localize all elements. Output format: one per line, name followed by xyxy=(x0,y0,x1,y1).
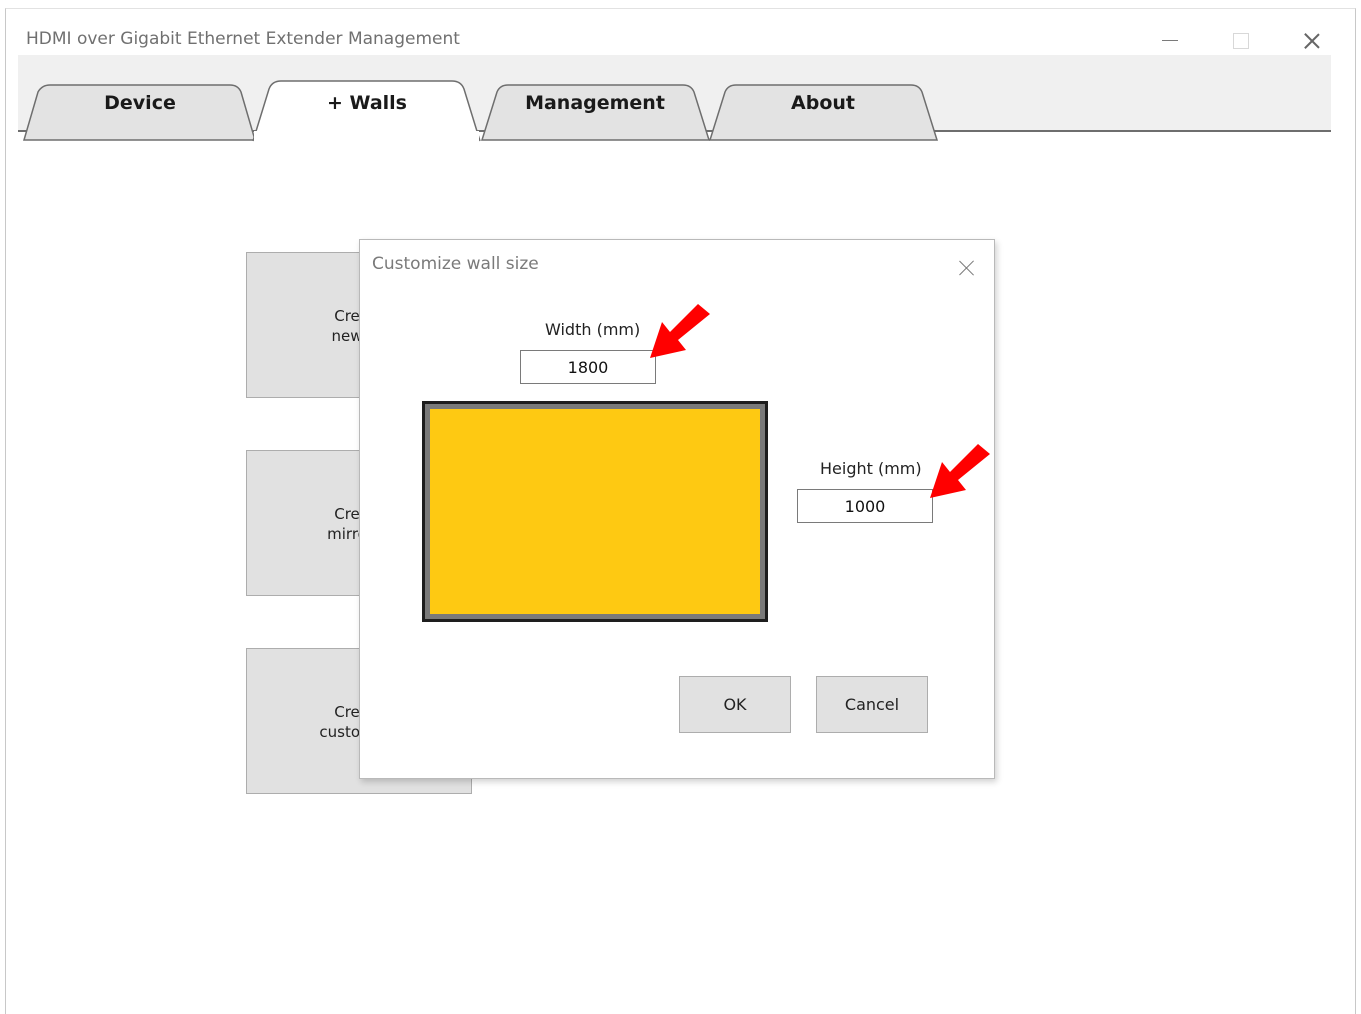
height-input[interactable] xyxy=(797,489,933,523)
dialog-title: Customize wall size xyxy=(372,254,539,274)
cancel-button[interactable]: Cancel xyxy=(816,676,928,733)
ok-button[interactable]: OK xyxy=(679,676,791,733)
width-input[interactable] xyxy=(520,350,656,384)
tab-device[interactable]: Device xyxy=(40,92,240,118)
annotation-arrow-icon xyxy=(650,304,710,358)
tab-about[interactable]: About xyxy=(723,92,923,118)
width-label: Width (mm) xyxy=(545,320,641,339)
tab-walls[interactable]: + Walls xyxy=(267,92,467,118)
height-label: Height (mm) xyxy=(820,459,922,478)
wall-preview-fill xyxy=(430,409,760,614)
tab-shapes xyxy=(23,80,939,143)
tab-management[interactable]: Management xyxy=(495,92,695,118)
annotation-arrow-icon xyxy=(930,444,990,498)
wall-preview xyxy=(422,401,768,622)
dialog-close-button[interactable] xyxy=(952,254,982,284)
